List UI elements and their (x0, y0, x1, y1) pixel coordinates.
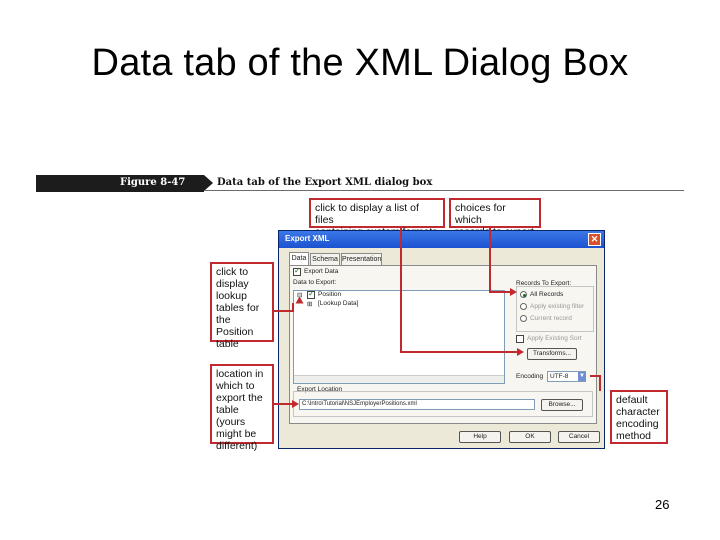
figure-number: Figure 8-47 (120, 177, 186, 188)
tree-item-position[interactable]: Position (318, 291, 341, 298)
callout-records: choices for which records to export (449, 198, 541, 238)
export-path-input[interactable]: C:\Intro\Tutorial\NSJEmployerPositions.x… (299, 399, 535, 410)
data-to-export-label: Data to Export: (293, 279, 337, 286)
callout-line: lookup (216, 290, 247, 302)
callout-custom-formats: click to display a list of files contain… (309, 198, 445, 238)
callout-line: location in (216, 368, 264, 380)
callout-line: might be (216, 428, 257, 440)
slide-title: Data tab of the XML Dialog Box (91, 42, 629, 84)
leader-location-arrow (292, 400, 299, 408)
radio-current-record[interactable] (520, 315, 527, 322)
callout-encoding: default character encoding method (610, 390, 668, 444)
leader-lookup-v (292, 303, 294, 312)
tree-expand-lookup[interactable]: ⊞ (307, 300, 312, 308)
current-record-label: Current record (530, 315, 572, 322)
leader-files-arrow (517, 348, 524, 356)
leader-location (274, 403, 294, 405)
callout-line: the Position (216, 314, 254, 338)
callout-line: encoding (616, 418, 659, 430)
figure-caption: Data tab of the Export XML dialog box (217, 177, 433, 188)
existing-filter-label: Apply existing filter (530, 303, 585, 310)
position-checkbox[interactable] (307, 289, 315, 299)
tree-scrollbar[interactable] (294, 375, 504, 383)
callout-line: table (216, 338, 239, 350)
callout-line: tables for (216, 302, 260, 314)
leader-files-v (400, 228, 402, 353)
export-data-checkbox[interactable] (293, 266, 301, 276)
tab-data[interactable]: Data (289, 252, 309, 265)
encoding-label: Encoding (516, 373, 544, 380)
leader-records-arrow (510, 288, 517, 296)
leader-records-h (489, 291, 511, 293)
dialog-title: Export XML (285, 234, 330, 243)
apply-sort-label: Apply Existing Sort (527, 335, 582, 342)
export-data-label: Export Data (304, 268, 339, 275)
ok-button[interactable]: OK (509, 431, 551, 443)
close-icon[interactable]: ✕ (588, 233, 601, 246)
callout-line: character (616, 406, 660, 418)
leader-encoding-v (599, 375, 601, 391)
radio-all-records[interactable] (520, 291, 527, 298)
help-button[interactable]: Help (459, 431, 501, 443)
figure-bar-arrow (204, 175, 213, 191)
callout-lookup-tables: click to display lookup tables for the P… (210, 262, 274, 350)
tab-presentation[interactable]: Presentation (341, 253, 382, 265)
tab-schema[interactable]: Schema (310, 253, 340, 265)
callout-line: method (616, 430, 652, 442)
callout-line: default (616, 394, 648, 406)
callout-line: choices for which (455, 202, 506, 226)
chevron-down-icon[interactable]: ▼ (578, 372, 586, 381)
export-xml-dialog: Export XML ✕ Data Schema Presentation Ex… (278, 230, 605, 449)
apply-sort-checkbox[interactable] (516, 335, 524, 343)
cancel-button[interactable]: Cancel (558, 431, 600, 443)
leader-files-h (400, 351, 518, 353)
callout-line: table (yours (216, 404, 246, 428)
transforms-button[interactable]: Transforms... (527, 348, 577, 360)
radio-existing-filter[interactable] (520, 303, 527, 310)
figure-rule (204, 190, 684, 191)
all-records-label: All Records (530, 291, 564, 298)
leader-records-v (489, 228, 491, 293)
callout-line: export the (216, 392, 263, 404)
callout-line: click to (216, 266, 249, 278)
callout-line: display (216, 278, 249, 290)
callout-line: which to (216, 380, 255, 392)
browse-button[interactable]: Browse... (541, 399, 583, 411)
callout-line: click to display a list of files (315, 202, 419, 226)
callout-export-location: location in which to export the table (y… (210, 364, 274, 452)
leader-lookup-h (274, 310, 294, 312)
leader-lookup-arrow (295, 296, 304, 304)
tree-item-lookup-data[interactable]: [Lookup Data] (318, 300, 358, 307)
callout-line: different) (216, 440, 258, 452)
slide-number: 26 (655, 497, 670, 512)
